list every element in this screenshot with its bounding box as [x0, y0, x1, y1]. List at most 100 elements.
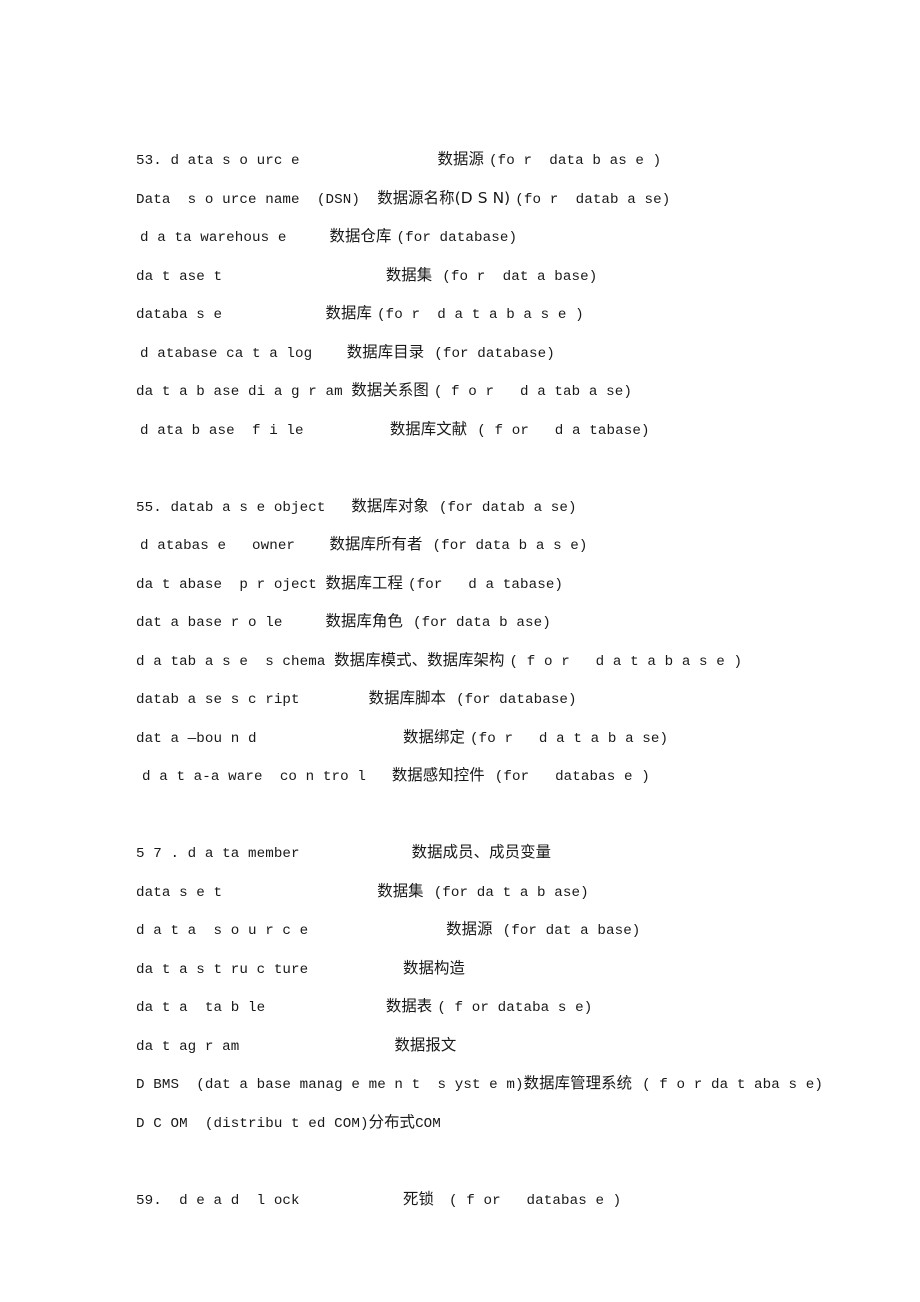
entry-term-chinese: 数据集 — [385, 265, 433, 284]
entry-term-chinese: 数据构造 — [403, 958, 466, 977]
glossary-entry: dat a base r o le 数据库角色 (for data b ase) — [136, 602, 836, 641]
entry-term-chinese: 数据源 — [437, 150, 484, 168]
entry-spacer — [317, 577, 326, 593]
entry-term-english: dat a —bou n d — [136, 730, 257, 747]
glossary-entry: 53. d ata s o urc e 数据源 (fo r data b as … — [136, 140, 836, 179]
entry-term-chinese: 数据库所有者 — [329, 535, 423, 553]
entry-spacer — [300, 692, 369, 708]
entry-domain-tag: (for database) — [396, 230, 518, 246]
entry-term-english: d atabase ca t a log — [140, 345, 313, 362]
glossary-entry: 59. d e a d l ock 死锁 ( f or databas e ) — [136, 1180, 836, 1219]
entry-term-english: data s e t — [136, 884, 223, 901]
entry-term-chinese: 数据感知控件 — [391, 766, 485, 784]
entry-term-english: d a t a s o u r c e — [136, 923, 309, 939]
entry-term-english: databa s e — [136, 307, 223, 323]
entry-term-english: dat a base r o le — [136, 615, 283, 631]
entry-domain-tag: ( f o r d a tab a se) — [433, 384, 632, 400]
entry-spacer — [326, 500, 352, 516]
entry-term-chinese: 数据报文 — [394, 1035, 457, 1054]
entry-domain-tag: (for dat a base) — [502, 923, 641, 939]
entry-domain-tag: ( f or databas e ) — [449, 1192, 622, 1209]
entry-term-english: 53. d ata s o urc e — [136, 153, 300, 169]
entry-spacer — [300, 846, 412, 862]
entry-term-english: d a tab a s e s chema — [136, 653, 326, 670]
entry-term-chinese: 数据库文献 — [389, 419, 468, 438]
entry-term-english: 55. datab a s e object — [136, 499, 326, 516]
entry-spacer-2 — [446, 689, 456, 707]
entry-domain-tag: (fo r d a t a b a s e ) — [377, 307, 584, 323]
entry-domain-tag: (for database) — [456, 692, 577, 708]
entry-term-english: D BMS (dat a base manag e me n t s yst e… — [136, 1077, 524, 1093]
entry-spacer — [239, 1039, 394, 1055]
glossary-entry: da t ag r am 数据报文 — [136, 1026, 836, 1065]
glossary-entry: d atabase ca t a log 数据库目录 (for database… — [136, 333, 836, 372]
entry-term-english: da t ag r am — [136, 1038, 240, 1055]
entry-domain-tag: (for data b ase) — [412, 615, 551, 631]
entry-spacer-2 — [429, 497, 439, 515]
entry-spacer — [366, 769, 392, 785]
entry-spacer — [312, 346, 346, 362]
entry-spacer — [286, 230, 329, 246]
entry-domain-tag: ( f or databa s e) — [437, 1000, 593, 1016]
entry-term-chinese: 分布式 — [368, 1112, 416, 1131]
entry-spacer — [300, 1193, 403, 1209]
entry-spacer-2 — [403, 612, 413, 630]
entry-spacer — [222, 269, 386, 285]
glossary-entry: da t a s t ru c ture 数据构造 — [136, 949, 836, 988]
entry-spacer — [257, 731, 403, 747]
entry-spacer-2 — [467, 420, 477, 438]
entry-term-chinese: 数据集 — [377, 881, 424, 900]
entry-spacer-2 — [632, 1074, 642, 1092]
entry-domain-tag: ( f o r da t aba s e) — [642, 1077, 823, 1093]
entry-term-chinese: 数据表 — [385, 997, 433, 1015]
entry-spacer — [222, 885, 377, 901]
glossary-entry: 55. datab a s e object 数据库对象 (for datab … — [136, 487, 836, 526]
entry-domain-tag: ( f or d a tabase) — [477, 422, 650, 439]
glossary-entry: d a ta warehous e 数据仓库 (for database) — [136, 217, 836, 256]
entry-term-english: da t abase p r oject — [136, 576, 317, 593]
entry-term-english: d a ta warehous e — [140, 230, 287, 246]
glossary-entry: d a tab a s e s chema 数据库模式、数据库架构 ( f o … — [136, 641, 836, 680]
entry-term-chinese: 数据库管理系统 — [523, 1074, 633, 1092]
entry-spacer — [295, 538, 329, 554]
glossary-entry: d atabas e owner 数据库所有者 (for data b a s … — [136, 525, 836, 564]
entry-domain-tag: (for datab a se) — [438, 499, 577, 516]
entry-spacer-2 — [424, 882, 434, 900]
entry-term-chinese: 死锁 — [403, 1189, 435, 1208]
entry-spacer — [326, 654, 335, 670]
entry-spacer — [282, 615, 325, 631]
entry-domain-tag: (for database) — [434, 345, 555, 362]
entry-spacer — [300, 153, 438, 169]
entry-spacer-2 — [432, 266, 442, 284]
document-page: 53. d ata s o urc e 数据源 (fo r data b as … — [0, 0, 920, 1302]
entry-term-english: 5 7 . d a ta member — [136, 846, 300, 862]
glossary-entry: da t abase p r oject 数据库工程 (for d a taba… — [136, 564, 836, 603]
entry-term-chinese: 数据关系图 — [351, 381, 429, 399]
entry-term-chinese: 数据源名称(D S N) — [377, 188, 511, 207]
entry-term-english: 59. d e a d l ock — [136, 1192, 300, 1209]
entry-domain-tag: ( f o r d a t a b a s e ) — [509, 653, 743, 670]
glossary-entry: D C OM (distribu t ed COM)分布式COM — [136, 1103, 836, 1142]
entry-term-chinese: 数据库 — [325, 304, 372, 322]
glossary-entry: 5 7 . d a ta member 数据成员、成员变量 — [136, 833, 836, 872]
entry-domain-tag: (for da t a b ase) — [433, 884, 589, 901]
entry-term-chinese: 数据库目录 — [346, 342, 425, 361]
entry-term-english: datab a se s c ript — [136, 692, 300, 708]
entry-term-english: da t a b ase di a g r am — [136, 384, 343, 400]
glossary-entry: D BMS (dat a base manag e me n t s yst e… — [136, 1064, 836, 1103]
entry-term-english: da t a s t ru c ture — [136, 961, 309, 978]
entry-spacer — [265, 1000, 386, 1016]
entry-term-english: d ata b ase f i le — [140, 422, 304, 439]
entry-term-english: da t ase t — [136, 268, 223, 285]
entry-term-chinese: 数据成员、成员变量 — [411, 843, 552, 861]
entry-term-english: d atabas e owner — [140, 538, 296, 554]
entry-spacer — [360, 192, 377, 208]
glossary-entry: d ata b ase f i le 数据库文献 ( f or d a taba… — [136, 410, 836, 449]
entry-spacer-2 — [422, 535, 432, 553]
glossary-entry: da t a ta b le 数据表 ( f or databa s e) — [136, 987, 836, 1026]
entry-term-chinese: 数据库对象 — [351, 496, 429, 515]
entry-domain-tag: (fo r datab a se) — [515, 191, 671, 208]
